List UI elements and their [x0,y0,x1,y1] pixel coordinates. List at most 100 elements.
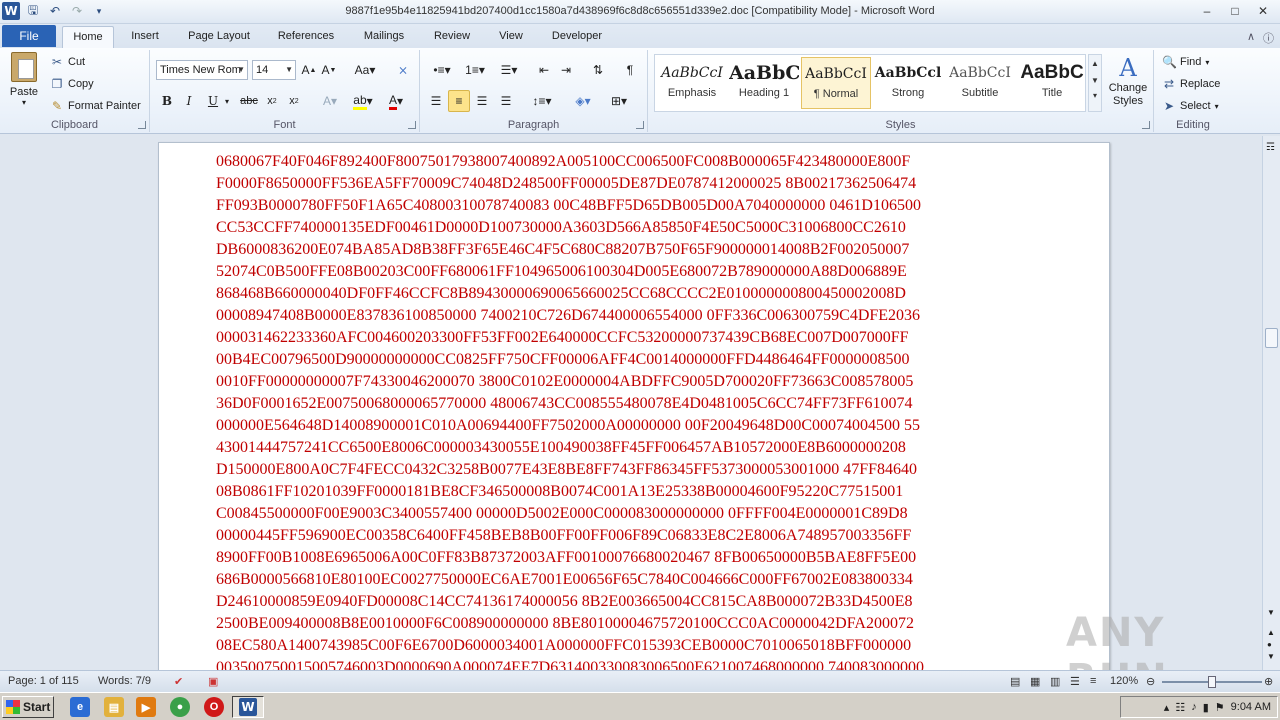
page-count[interactable]: Page: 1 of 115 [8,675,79,687]
borders-icon[interactable]: ⊞▾ [604,90,634,112]
vertical-scrollbar[interactable]: ☶ ▼ ▲ ● ▼ [1262,136,1280,670]
zoom-in-icon[interactable]: ⊕ [1264,675,1273,688]
numbering-icon[interactable]: 1≡▾ [460,59,490,81]
document-body[interactable]: 0680067F40F046F892400F800750179380074008… [216,151,1052,671]
opera-icon[interactable]: O [204,697,224,717]
format-painter-button[interactable]: ✎ Format Painter [50,96,141,116]
maximize-icon[interactable]: □ [1222,2,1248,20]
justify-icon[interactable]: ☰ [496,90,516,112]
taskbar-word-button[interactable]: W [232,696,264,718]
start-button[interactable]: Start [2,696,54,718]
web-layout-icon[interactable]: ▥ [1050,675,1060,688]
decrease-indent-icon[interactable]: ⇤ [534,59,554,81]
sort-icon[interactable]: ⇅ [588,59,608,81]
clear-formatting-icon[interactable]: ⨯ [392,59,414,81]
outline-icon[interactable]: ☰ [1070,675,1080,688]
shrink-font-icon[interactable]: A ▼ [320,59,338,81]
line-spacing-icon[interactable]: ↕≡▾ [528,90,556,112]
font-color-icon[interactable]: A ▾ [382,90,410,112]
full-screen-reading-icon[interactable]: ▦ [1030,675,1040,688]
more-styles-icon[interactable]: ▾ [1089,91,1101,100]
minimize-icon[interactable]: ‒ [1194,2,1220,20]
battery-icon[interactable]: ▮ [1203,701,1209,714]
style-subtitle[interactable]: AaBbCcI Subtitle [945,57,1015,109]
media-player-icon[interactable]: ▶ [136,697,156,717]
style-strong[interactable]: AaBbCcl Strong [873,57,943,109]
print-layout-icon[interactable]: ▤ [1010,675,1020,688]
ruler-toggle-icon[interactable]: ☶ [1266,142,1275,153]
paste-dropdown-icon[interactable]: ▾ [6,98,42,107]
font-size-combo[interactable]: 14 ▼ [252,60,296,80]
document-page[interactable]: 0680067F40F046F892400F800750179380074008… [158,142,1110,672]
tab-insert[interactable]: Insert [120,26,170,48]
paste-button[interactable]: Paste ▾ [6,52,42,107]
zoom-slider-knob[interactable] [1208,676,1216,688]
help-icon[interactable]: ⓘ [1263,30,1274,46]
internet-explorer-icon[interactable]: e [70,697,90,717]
tab-mailings[interactable]: Mailings [352,26,416,48]
tab-page-layout[interactable]: Page Layout [178,26,260,48]
underline-dropdown-icon[interactable]: ▾ [222,90,232,112]
close-icon[interactable]: ✕ [1250,2,1276,20]
file-explorer-icon[interactable]: ▤ [104,697,124,717]
chevron-down-icon[interactable]: ▾ [1215,102,1219,111]
macro-record-icon[interactable]: ▣ [208,675,218,688]
chevron-down-icon[interactable]: ▾ [1205,58,1209,67]
proofing-icon[interactable]: ✔ [174,675,183,688]
flag-icon[interactable]: ⚑ [1215,701,1225,714]
volume-icon[interactable]: ♪ [1191,701,1197,713]
multilevel-list-icon[interactable]: ☰▾ [494,59,524,81]
tab-references[interactable]: References [268,26,344,48]
scrollbar-thumb[interactable] [1265,328,1278,348]
italic-icon[interactable]: I [180,90,198,112]
style-emphasis[interactable]: AaBbCcI Emphasis [657,57,727,109]
select-button[interactable]: ➤ Select ▾ [1162,96,1219,116]
zoom-level[interactable]: 120% [1110,675,1138,687]
strikethrough-icon[interactable]: abc [238,90,260,112]
highlight-icon[interactable]: ab ▾ [348,90,378,112]
tab-home[interactable]: Home [62,26,114,48]
copy-button[interactable]: ❐ Copy [50,74,94,94]
font-family-combo[interactable]: Times New Rom ▼ [156,60,248,80]
chevron-down-icon[interactable]: ▼ [285,61,293,79]
network-icon[interactable]: ☷ [1175,701,1185,714]
word-count[interactable]: Words: 7/9 [98,675,151,687]
tab-file[interactable]: File [2,25,56,47]
styles-launcher-icon[interactable] [1142,121,1150,129]
style-title[interactable]: AaBbC Title [1017,57,1087,109]
bullets-icon[interactable]: •≡▾ [428,59,456,81]
align-center-icon[interactable]: ≡ [448,90,470,112]
styles-gallery-scroll[interactable]: ▲ ▼ ▾ [1088,54,1102,112]
chevron-up-icon[interactable]: ▲ [1089,59,1101,68]
clock[interactable]: 9:04 AM [1231,701,1271,713]
font-launcher-icon[interactable] [408,121,416,129]
find-button[interactable]: 🔍 Find ▾ [1162,52,1209,72]
replace-button[interactable]: ⇄ Replace [1162,74,1220,94]
cut-button[interactable]: ✂ Cut [50,52,85,72]
style-normal[interactable]: AaBbCcI ¶ Normal [801,57,871,109]
paragraph-launcher-icon[interactable] [636,121,644,129]
clipboard-launcher-icon[interactable] [138,121,146,129]
change-styles-button[interactable]: A Change Styles [1106,54,1150,108]
chevron-down-icon[interactable]: ▼ [1089,76,1101,85]
underline-icon[interactable]: U [204,90,222,112]
increase-indent-icon[interactable]: ⇥ [556,59,576,81]
superscript-icon[interactable]: x2 [284,90,304,112]
tab-review[interactable]: Review [424,26,480,48]
show-formatting-marks-icon[interactable]: ¶ [620,59,640,81]
align-right-icon[interactable]: ☰ [472,90,492,112]
subscript-icon[interactable]: x2 [262,90,282,112]
shading-icon[interactable]: ◈▾ [568,90,598,112]
tab-view[interactable]: View [488,26,534,48]
change-case-icon[interactable]: Aa▾ [352,59,378,81]
chrome-icon[interactable]: ● [170,697,190,717]
zoom-out-icon[interactable]: ⊖ [1146,675,1155,688]
style-heading-1[interactable]: AaBbC Heading 1 [729,57,799,109]
chevron-down-icon[interactable]: ▼ [237,61,245,79]
ribbon-minimize-icon[interactable]: ∧ [1247,30,1255,46]
tab-developer[interactable]: Developer [542,26,612,48]
text-effects-icon[interactable]: A▾ [318,90,342,112]
tray-expand-icon[interactable]: ▴ [1164,701,1170,714]
draft-icon[interactable]: ≡ [1090,675,1096,687]
align-left-icon[interactable]: ☰ [426,90,446,112]
